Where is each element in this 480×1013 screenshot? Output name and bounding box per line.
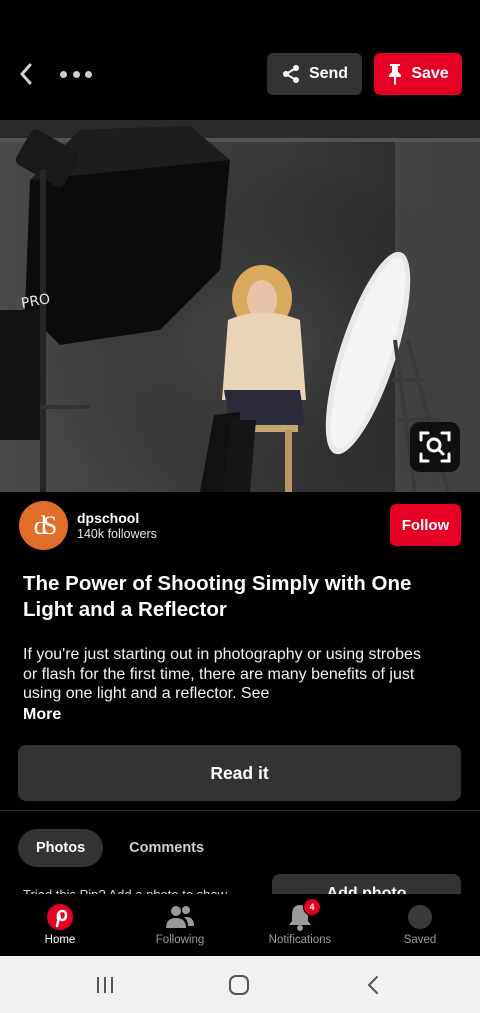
read-it-button[interactable]: Read it <box>18 745 461 801</box>
top-bar: Send Save <box>0 0 480 120</box>
bell-icon: 4 <box>285 898 321 932</box>
content-tabs: Photos Comments <box>18 829 222 867</box>
pinterest-logo-icon <box>45 902 75 932</box>
tab-photos[interactable]: Photos <box>18 829 104 867</box>
more-options-icon[interactable] <box>60 62 92 86</box>
send-button[interactable]: Send <box>267 53 362 95</box>
system-navigation-bar <box>0 956 480 1013</box>
visual-search-button[interactable] <box>410 422 460 472</box>
divider <box>0 810 480 811</box>
author-followers: 140k followers <box>77 527 157 541</box>
bottom-navigation: Home Following 4 Notifications Saved <box>0 894 480 956</box>
system-back-icon[interactable] <box>358 970 388 1000</box>
profile-avatar-icon <box>405 902 435 932</box>
author-name[interactable]: dpschool <box>77 510 139 526</box>
pin-title: The Power of Shooting Simply with One Li… <box>23 572 412 621</box>
nav-notifications-label: Notifications <box>268 934 332 946</box>
back-arrow-icon[interactable] <box>14 60 38 88</box>
nav-saved[interactable]: Saved <box>360 894 480 956</box>
author-avatar[interactable]: dS <box>19 501 68 550</box>
pin-description: If you're just starting out in photograp… <box>23 646 421 702</box>
tried-pin-text: Tried this Pin? Add a photo to show <box>23 886 227 894</box>
pin-image[interactable]: PRO <box>0 120 480 492</box>
recent-apps-icon[interactable] <box>90 970 120 1000</box>
nav-home-label: Home <box>44 934 76 946</box>
save-button[interactable]: Save <box>374 53 462 95</box>
people-icon <box>165 902 195 932</box>
home-icon[interactable] <box>224 970 254 1000</box>
tab-comments[interactable]: Comments <box>111 829 222 867</box>
follow-button[interactable]: Follow <box>390 504 461 546</box>
add-photo-label: Add photo <box>326 885 407 895</box>
nav-notifications[interactable]: 4 Notifications <box>240 894 360 956</box>
add-photo-button[interactable]: Add photo <box>272 874 461 894</box>
nav-saved-label: Saved <box>403 934 437 946</box>
send-label: Send <box>308 65 349 82</box>
author-row: dS dpschool 140k followers Follow <box>0 492 480 564</box>
save-label: Save <box>411 65 449 82</box>
pin-icon <box>389 64 402 85</box>
nav-following-label: Following <box>155 934 205 946</box>
nav-home[interactable]: Home <box>0 894 120 956</box>
notification-badge: 4 <box>303 898 321 916</box>
lens-search-icon <box>419 431 451 463</box>
nav-following[interactable]: Following <box>120 894 240 956</box>
studio-photo: PRO <box>0 120 480 492</box>
avatar-text: dS <box>33 510 58 540</box>
more-link[interactable]: More <box>23 706 61 724</box>
share-icon <box>282 65 299 83</box>
